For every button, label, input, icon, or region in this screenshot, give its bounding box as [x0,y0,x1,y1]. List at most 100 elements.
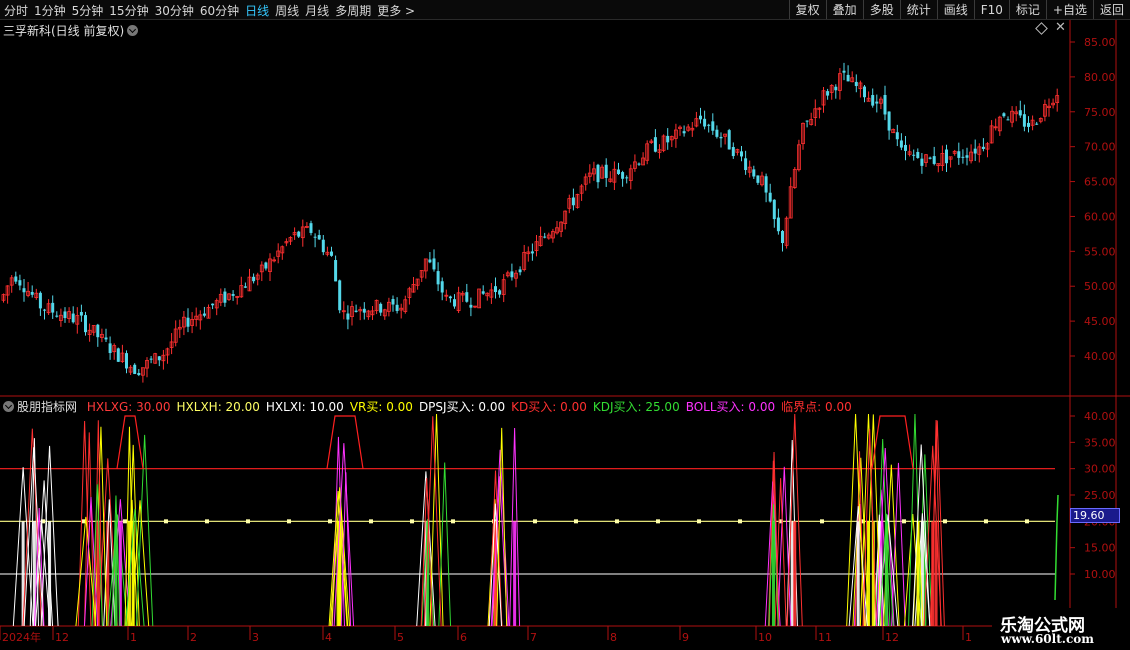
candle-body [116,348,120,362]
x-tick-label: 2 [190,631,197,644]
candle-body [432,258,436,270]
candle-body [453,299,456,307]
x-tick-label: 4 [325,631,332,644]
hxlxh-dot [410,519,414,524]
candle-body [899,140,903,148]
candle-body [330,251,333,256]
candle-body [916,151,920,158]
candle-body [617,169,620,175]
indicator-spike [135,434,154,627]
candle-body [252,276,256,282]
candle-body [887,111,891,131]
x-tick-label: 5 [397,631,404,644]
candle-body [834,86,838,91]
x-tick-label: 2024年 [2,630,41,644]
candle-body [334,260,338,282]
y-tick-label: 45.00 [1084,315,1116,328]
candle-body [699,115,702,120]
candle-body [125,353,128,369]
y-tick-label: 70.00 [1084,141,1116,154]
candle-body [727,130,731,150]
candle-body [84,315,87,333]
candle-body [973,148,977,154]
y-tick-label: 65.00 [1084,176,1116,189]
candle-body [79,311,83,316]
x-tick-label: 10 [758,631,772,644]
candle-body [1018,110,1022,116]
candle-body [805,120,809,122]
indicator-spikes [12,413,945,627]
candle-body [666,135,670,143]
right-price-strip [1118,20,1130,396]
y-tick-label: 60.00 [1084,210,1116,223]
x-tick-label: 12 [55,631,69,644]
candle-body [1022,114,1026,127]
hxlxh-dot [451,519,455,524]
candle-body [133,364,137,375]
candle-body [223,291,227,303]
candle-body [465,292,469,302]
candle-body [854,81,858,87]
indicator-label-3: VR买: 0.00 [349,400,413,414]
candle-body [904,144,907,151]
indicator-label-5: KD买入: 0.00 [511,400,587,414]
candle-body [440,281,444,293]
chevron-down-icon[interactable] [3,401,14,412]
candle-body [321,239,325,253]
candle-body [149,358,153,360]
candle-body [313,236,317,238]
y-tick-label: 75.00 [1084,106,1116,119]
candle-body [883,94,887,115]
hxlxh-dot [902,519,906,524]
candle-body [202,313,206,316]
plateau-line [871,415,914,469]
candle-body [596,164,600,183]
indicator-label-2: HXLXI: 10.00 [265,400,344,414]
candle-body [625,177,629,179]
ind-tick-label: 35.00 [1084,436,1116,449]
candle-body [981,146,985,149]
candle-body [391,299,395,305]
indicator-spike [891,462,906,627]
hxlxh-dot [328,519,332,524]
hxlxh-dot [123,519,127,524]
candle-body [637,163,641,165]
candle-body [571,197,575,206]
indicator-bar [884,521,888,626]
candle-body [157,356,161,361]
candle-body [826,91,830,96]
candle-body [842,70,846,73]
x-tick-label: 3 [252,631,259,644]
candle-body [744,158,748,171]
y-tick-label: 40.00 [1084,350,1116,363]
indicator-label-1: HXLXH: 20.00 [176,400,260,414]
candle-body [875,101,879,104]
candle-body [957,151,961,158]
indicator-label-8: 临界点: 0.00 [781,400,852,414]
indicator-title: 股朋指标网 HXLXG: 30.00 HXLXH: 20.00 HXLXI: 10.… [3,398,858,415]
candle-body [621,172,625,179]
candle-body [846,74,850,82]
ind-tick-label: 40.00 [1084,410,1116,423]
candle-body [543,236,547,238]
candle-body [928,157,932,159]
hxlxh-dot [656,519,660,524]
candle-body [18,280,22,286]
kline-chart[interactable]: 85.00 80.00 75.00 70.00 65.00 60.00 55.00 50.00… [0,0,1130,650]
candle-body [71,313,75,323]
candle-body [756,175,760,183]
candle-body [703,118,707,127]
candle-body [96,324,100,338]
candle-body [719,136,723,139]
candle-body [354,310,358,312]
hxlxh-dot [287,519,291,524]
indicator-bar [856,521,860,626]
indicator-bar [114,521,118,626]
candle-body [945,149,948,164]
ind-tick-label: 30.00 [1084,463,1116,476]
candle-body [1035,123,1039,125]
y-tick-label: 50.00 [1084,280,1116,293]
candle-body [317,235,321,240]
indicator-name: 股朋指标网 [17,400,78,414]
candle-body [920,158,924,166]
